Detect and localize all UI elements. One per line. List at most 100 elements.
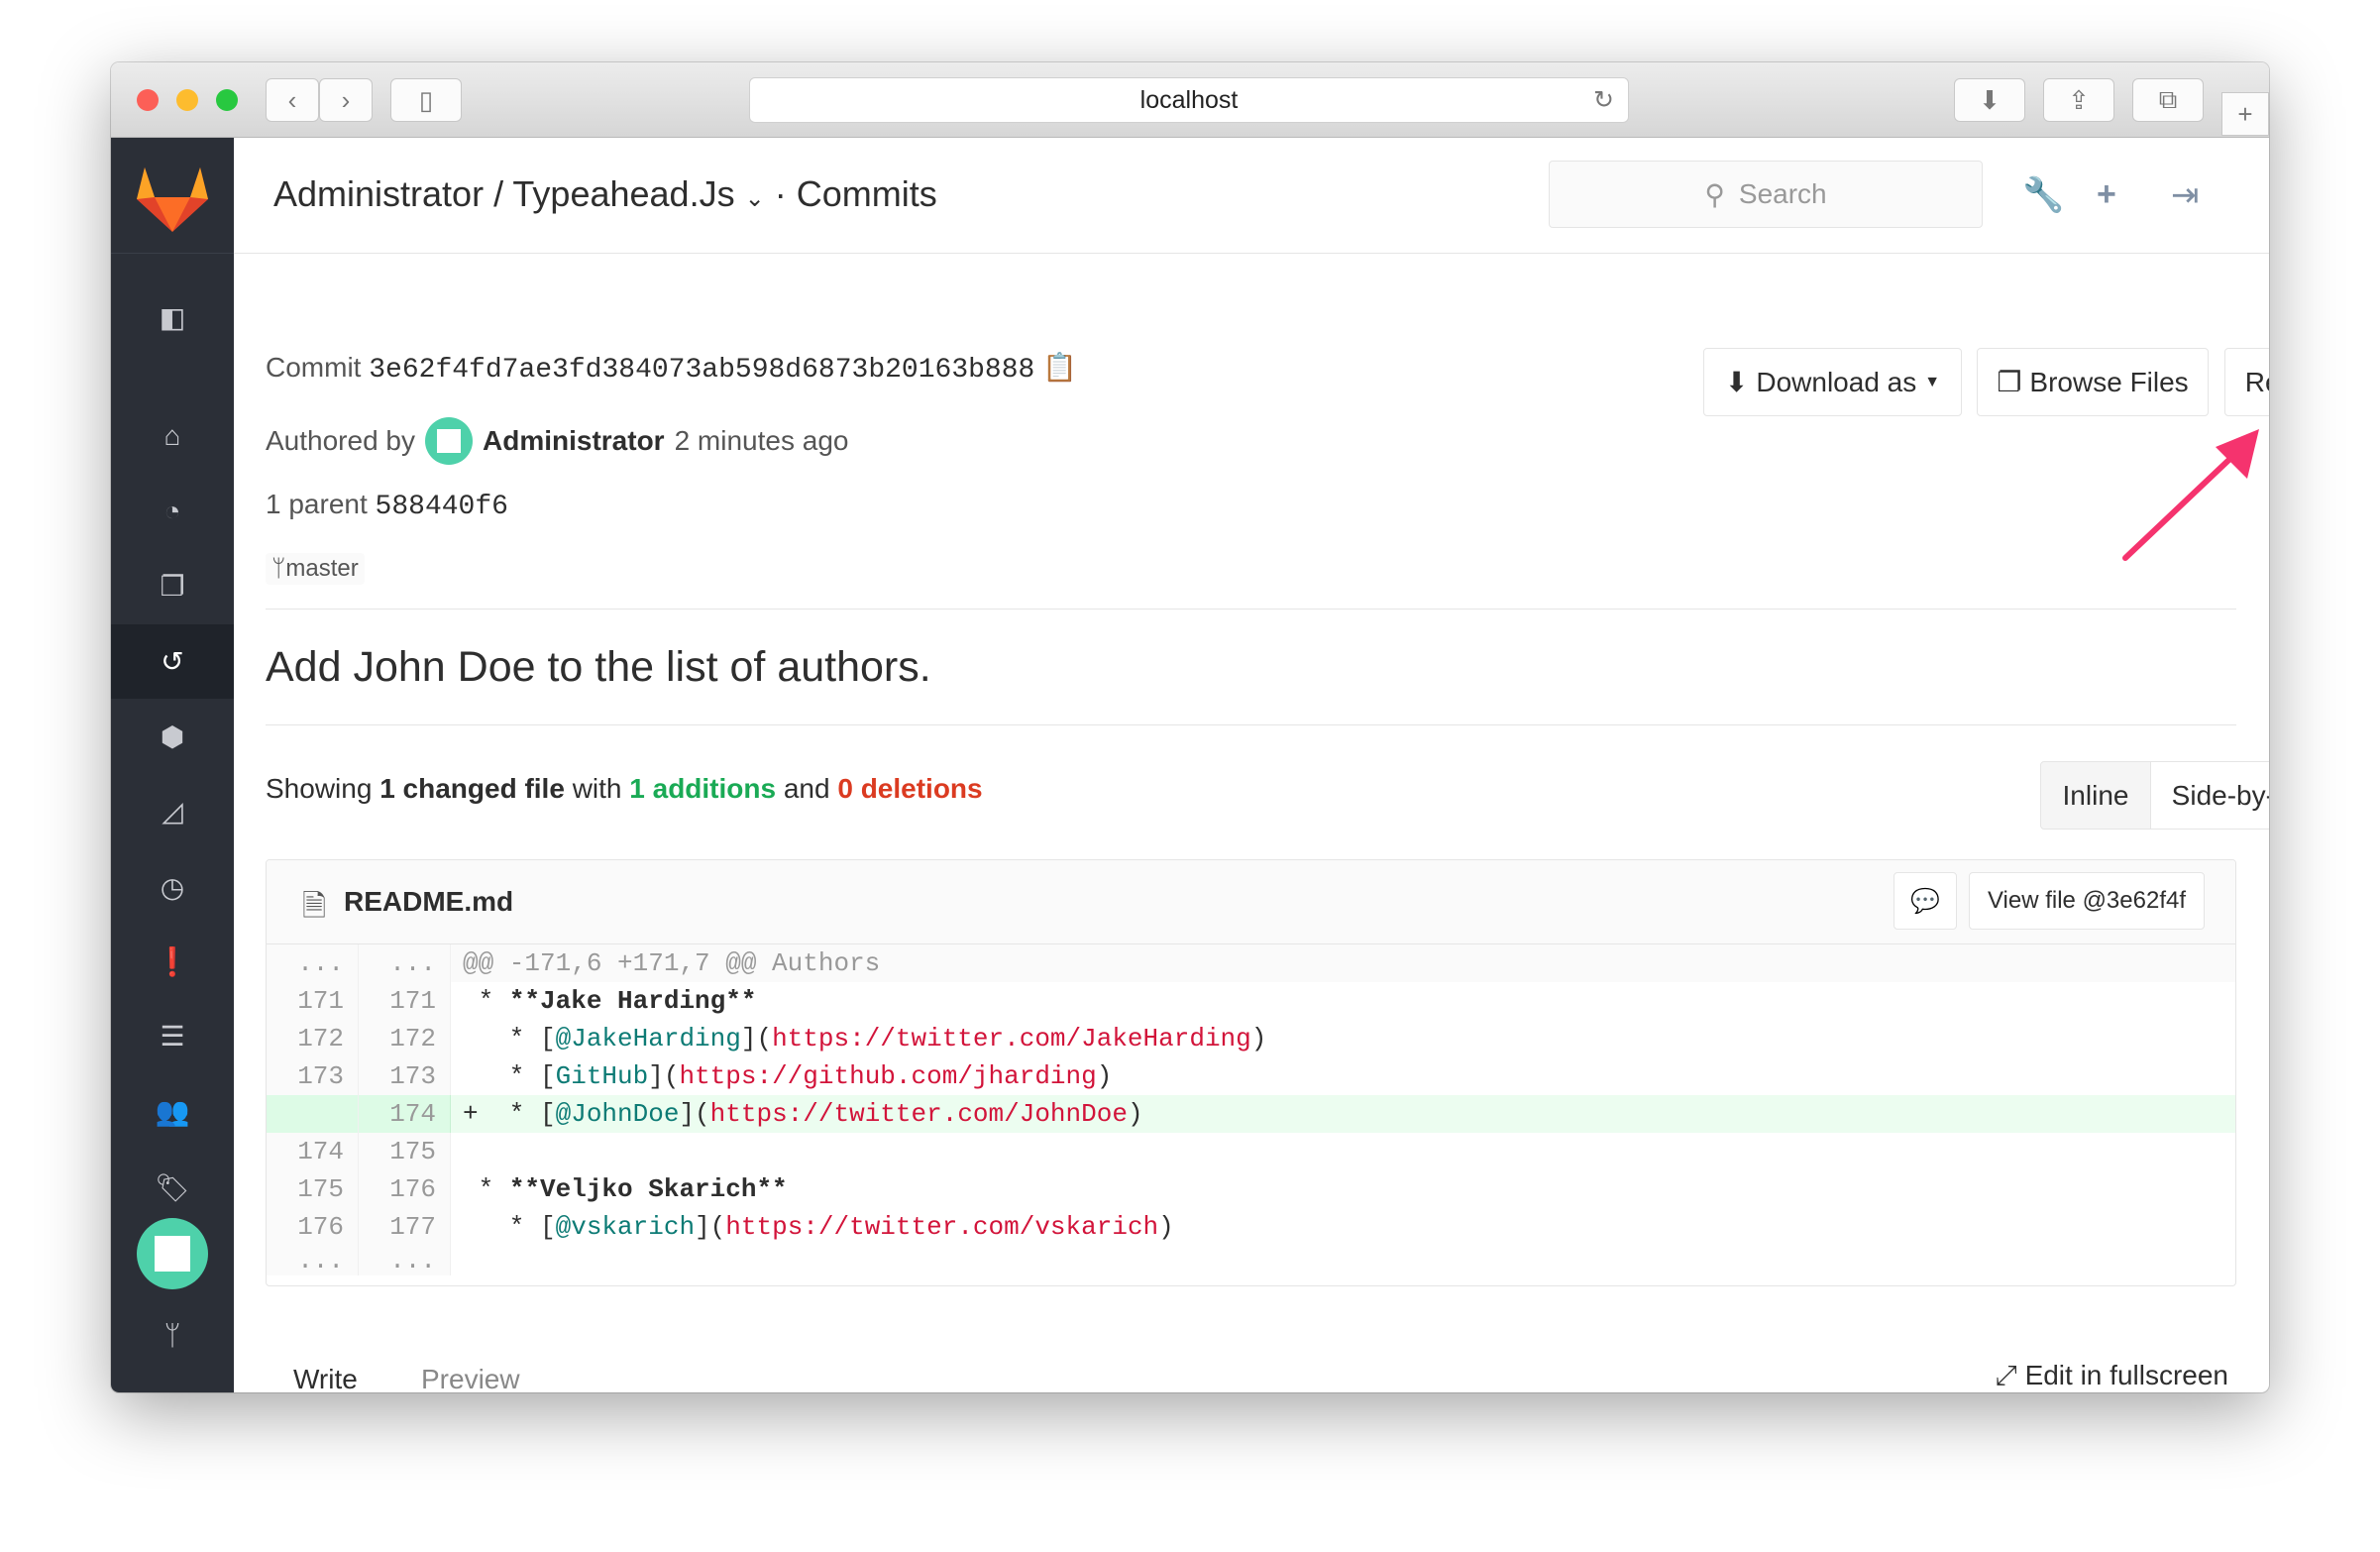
revert-button[interactable]: Revert xyxy=(2224,348,2269,416)
old-line-number[interactable]: 173 xyxy=(267,1057,359,1095)
maximize-window-button[interactable] xyxy=(216,89,238,111)
diff-line: 173 173 * [GitHub](https://github.com/jha… xyxy=(267,1057,2235,1095)
comments-toggle-button[interactable]: 💬 xyxy=(1893,872,1957,930)
chevron-down-icon[interactable]: ⌄ xyxy=(745,185,765,212)
old-line-number[interactable]: 172 xyxy=(267,1020,359,1057)
browser-titlebar: ‹ › ▯ localhost ↻ ⬇ ⇪ ⧉ + xyxy=(111,62,2269,138)
link-sep: ]( xyxy=(695,1212,726,1242)
view-file-button[interactable]: View file @3e62f4f xyxy=(1969,872,2205,930)
old-line-number[interactable] xyxy=(267,1095,359,1133)
diff-line: 174 + * [@JohnDoe](https://twitter.com/Jo… xyxy=(267,1095,2235,1133)
browse-files-button[interactable]: ❐ Browse Files xyxy=(1977,348,2209,416)
old-line-number[interactable]: ... xyxy=(267,944,359,982)
new-line-number[interactable]: 175 xyxy=(359,1133,451,1170)
new-line-number[interactable]: 176 xyxy=(359,1170,451,1208)
preview-tab[interactable]: Preview xyxy=(421,1364,520,1392)
old-line-number[interactable]: 175 xyxy=(267,1170,359,1208)
user-avatar[interactable] xyxy=(111,1218,234,1289)
new-line-number[interactable]: ... xyxy=(359,1246,451,1275)
link-url: https://twitter.com/JakeHarding xyxy=(772,1024,1251,1053)
forward-icon[interactable]: › xyxy=(319,78,373,122)
new-line-number[interactable]: 172 xyxy=(359,1020,451,1057)
diff-line: ...... @@ -171,6 +171,7 @@ Authors xyxy=(267,944,2235,982)
search-input[interactable]: ⚲ Search xyxy=(1549,161,1983,228)
old-line-number[interactable]: ... xyxy=(267,1246,359,1275)
parent-sha-link[interactable]: 588440f6 xyxy=(376,492,508,522)
line-prefix: * xyxy=(463,986,509,1016)
home-icon[interactable]: ⌂ xyxy=(111,406,234,466)
download-icon[interactable]: ⬇ xyxy=(1954,78,2025,122)
old-line-number[interactable]: 176 xyxy=(267,1208,359,1246)
author-link[interactable]: Administrator xyxy=(483,425,665,457)
new-line-number[interactable]: 177 xyxy=(359,1208,451,1246)
fullscreen-label: Edit in fullscreen xyxy=(2024,1360,2228,1390)
author-avatar[interactable] xyxy=(425,417,473,465)
expand-icon: ⤢ xyxy=(1995,1360,2017,1390)
link-url: https://twitter.com/JohnDoe xyxy=(709,1099,1128,1129)
new-line-number[interactable]: 171 xyxy=(359,982,451,1020)
minimize-window-button[interactable] xyxy=(176,89,198,111)
edit-fullscreen-button[interactable]: ⤢ Edit in fullscreen xyxy=(1995,1360,2228,1392)
diff-line: ...... xyxy=(267,1246,2235,1275)
branch-icon[interactable]: ᛘ xyxy=(111,1306,234,1366)
dashboard-icon[interactable]: ◔ xyxy=(111,482,234,541)
file-name[interactable]: README.md xyxy=(344,886,513,918)
link-end: ) xyxy=(1096,1061,1113,1091)
plus-icon[interactable]: + xyxy=(2097,175,2116,214)
share-icon[interactable]: ⇪ xyxy=(2043,78,2114,122)
project-link[interactable]: Administrator / Typeahead.Js xyxy=(273,173,735,214)
new-tab-icon[interactable]: + xyxy=(2221,92,2269,136)
download-label: Download as xyxy=(1756,366,1917,397)
tags-icon[interactable]: 🏷 xyxy=(111,1158,234,1217)
view-file-label: View file @3e62f4f xyxy=(1987,887,2187,914)
link-sep: ]( xyxy=(679,1099,710,1129)
sign-out-icon[interactable]: ⇥ xyxy=(2171,175,2200,215)
list-icon[interactable]: ☰ xyxy=(111,1006,234,1065)
inline-label: Inline xyxy=(2062,779,2129,811)
new-line-number[interactable]: 173 xyxy=(359,1057,451,1095)
wrench-icon[interactable]: 🔧 xyxy=(2022,175,2064,215)
new-line-number[interactable]: ... xyxy=(359,944,451,982)
link-sep: ]( xyxy=(648,1061,680,1091)
line-content: * [GitHub](https://github.com/jharding) xyxy=(451,1057,2235,1095)
clock-icon[interactable]: ◷ xyxy=(111,857,234,917)
sidebar: ◧ ⌂ ◔ ❐ ↺ ⬢ ◿ ◷ ❗ ☰ 👥 🏷 ᛘ xyxy=(111,138,234,1392)
link-label: GitHub xyxy=(555,1061,649,1091)
gitlab-logo[interactable] xyxy=(111,138,234,254)
write-tab[interactable]: Write xyxy=(293,1364,358,1392)
line-prefix: * [ xyxy=(463,1061,556,1091)
graph-icon[interactable]: ◿ xyxy=(111,781,234,840)
old-line-number[interactable]: 174 xyxy=(267,1133,359,1170)
tabs-icon[interactable]: ⧉ xyxy=(2132,78,2204,122)
back-icon[interactable]: ‹ xyxy=(266,78,319,122)
reload-icon[interactable]: ↻ xyxy=(1593,78,1614,122)
side-by-side-view-button[interactable]: Side-by-side xyxy=(2150,761,2269,830)
diff-line: 171 171 * **Jake Harding** xyxy=(267,982,2235,1020)
changed-files-count[interactable]: 1 changed file xyxy=(379,773,565,804)
issues-icon[interactable]: ❗ xyxy=(111,932,234,991)
search-placeholder: Search xyxy=(1738,178,1827,209)
commits-history-icon[interactable]: ↺ xyxy=(111,624,234,699)
download-as-button[interactable]: ⬇ Download as ▼ xyxy=(1703,348,1962,416)
diff-line: 176 177 * [@vskarich](https://twitter.com… xyxy=(267,1208,2235,1246)
cubes-icon[interactable]: ⬢ xyxy=(111,707,234,766)
commit-line: Commit 3e62f4fd7ae3fd384073ab598d6873b20… xyxy=(266,351,1077,386)
close-window-button[interactable] xyxy=(137,89,159,111)
divider xyxy=(266,724,2236,725)
files-icon[interactable]: ❐ xyxy=(111,556,234,615)
new-line-number[interactable]: 174 xyxy=(359,1095,451,1133)
old-line-number[interactable]: 171 xyxy=(267,982,359,1020)
commit-time: 2 minutes ago xyxy=(674,425,849,456)
branch-label[interactable]: ᛘmaster xyxy=(266,553,365,585)
author-line: Authored by Administrator 2 minutes ago xyxy=(266,417,848,465)
commit-page: Commit 3e62f4fd7ae3fd384073ab598d6873b20… xyxy=(266,254,2269,1392)
address-bar[interactable]: localhost ↻ xyxy=(749,77,1629,123)
users-icon[interactable]: 👥 xyxy=(111,1081,234,1141)
collapse-sidebar-icon[interactable]: ◧ xyxy=(111,287,234,347)
sidebar-toggle-icon[interactable]: ▯ xyxy=(390,78,462,122)
stats-showing: Showing xyxy=(266,773,373,804)
link-end: ) xyxy=(1250,1024,1267,1053)
line-prefix: * [ xyxy=(463,1212,556,1242)
inline-view-button[interactable]: Inline xyxy=(2040,761,2151,830)
copy-icon[interactable]: 📋 xyxy=(1042,352,1077,383)
